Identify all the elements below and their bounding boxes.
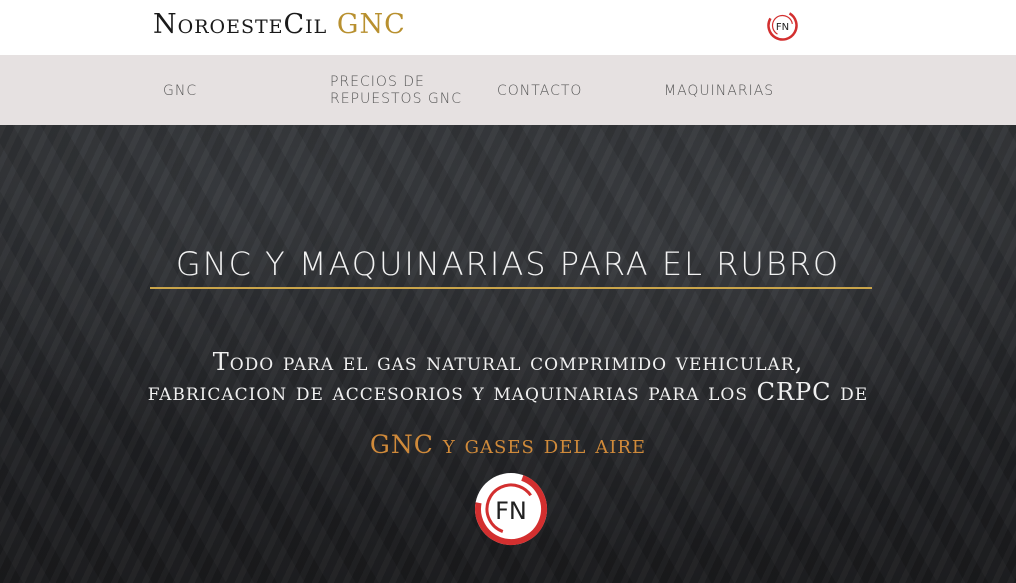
- hero-title-underline: [150, 287, 872, 289]
- logo-icon[interactable]: FN: [767, 10, 798, 41]
- nav-item-precios-line2[interactable]: REPUESTOS GNC: [330, 91, 462, 107]
- hero-subtitle-line2: fabricacion de accesorios y maquinarias …: [147, 378, 869, 406]
- hero-banner: GNC Y MAQUINARIAS PARA EL RUBRO Todo par…: [0, 125, 1016, 583]
- brand-accent-text: GNC: [336, 9, 406, 40]
- nav-item-maquinarias[interactable]: MAQUINARIAS: [664, 83, 774, 99]
- hero-logo-icon: FN: [475, 473, 547, 545]
- hero-subtitle-line1: Todo para el gas natural comprimido vehi…: [212, 348, 804, 376]
- nav-item-contacto[interactable]: CONTACTO: [497, 83, 582, 99]
- hero-accent-text: GNC y gases del aire: [369, 430, 647, 459]
- logo-small-text: FN: [776, 22, 789, 33]
- site-brand[interactable]: NoroesteCil GNC: [153, 9, 406, 40]
- brand-main-text: NoroesteCil: [153, 9, 328, 40]
- top-header: NoroesteCil GNC FN: [0, 0, 1016, 55]
- hero-title: GNC Y MAQUINARIAS PARA EL RUBRO: [175, 245, 841, 283]
- hero-subtitle: Todo para el gas natural comprimido vehi…: [0, 347, 1016, 407]
- nav-item-precios-line1[interactable]: PRECIOS DE: [330, 74, 425, 90]
- main-nav: GNC PRECIOS DE REPUESTOS GNC CONTACTO MA…: [0, 55, 1016, 125]
- nav-item-gnc[interactable]: GNC: [163, 83, 197, 99]
- hero-logo-text: FN: [495, 497, 527, 525]
